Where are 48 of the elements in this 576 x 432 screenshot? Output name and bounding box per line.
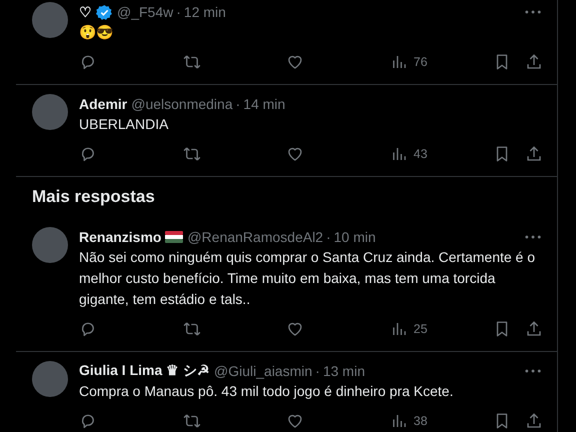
reply-icon[interactable] bbox=[79, 412, 97, 430]
section-heading: Mais respostas bbox=[32, 187, 155, 207]
repost-icon[interactable] bbox=[182, 145, 200, 163]
user-handle[interactable]: @RenanRamosdeAl2 bbox=[187, 229, 324, 245]
user-handle[interactable]: @_F54w bbox=[117, 4, 174, 20]
user-name[interactable]: ♡ bbox=[79, 4, 92, 20]
share-icon[interactable] bbox=[525, 412, 543, 430]
user-handle[interactable]: @Giuli_aiasmin bbox=[214, 363, 312, 379]
separator-dot: · bbox=[236, 96, 240, 112]
post-text: Não sei como ninguém quis comprar o Santa Cruz ainda. Certamente é o melhor custo benefício. Time muito em baixa, mas tem uma torcida gigante, tem estádio e tals.. bbox=[79, 248, 536, 309]
share-icon[interactable] bbox=[525, 53, 543, 71]
user-handle[interactable]: @uelsonmedina bbox=[131, 96, 233, 112]
like-icon[interactable] bbox=[286, 412, 304, 430]
more-options-icon[interactable] bbox=[525, 10, 541, 14]
reply-icon[interactable] bbox=[79, 145, 97, 163]
view-count: 25 bbox=[414, 322, 428, 336]
repost-icon[interactable] bbox=[182, 320, 200, 338]
separator-dot: · bbox=[326, 229, 331, 245]
post-time[interactable]: 10 min bbox=[334, 229, 376, 245]
more-options-icon[interactable] bbox=[525, 235, 541, 239]
post-time[interactable]: 13 min bbox=[322, 363, 365, 379]
share-icon[interactable] bbox=[525, 320, 543, 338]
like-icon[interactable] bbox=[286, 145, 304, 163]
avatar[interactable] bbox=[32, 361, 68, 397]
post-text: UBERLANDIA bbox=[79, 115, 170, 134]
repost-icon[interactable] bbox=[182, 53, 200, 71]
more-options-icon[interactable] bbox=[525, 369, 541, 373]
avatar[interactable] bbox=[32, 2, 68, 38]
share-icon[interactable] bbox=[525, 145, 543, 163]
post-text: Compra o Manaus pô. 43 mil todo jogo é dinheiro pra Kcete. bbox=[79, 382, 454, 401]
repost-icon[interactable] bbox=[182, 412, 200, 430]
view-count: 43 bbox=[414, 147, 428, 161]
avatar[interactable] bbox=[32, 227, 68, 263]
user-name[interactable]: Ademir bbox=[79, 96, 128, 112]
view-count: 76 bbox=[414, 55, 428, 69]
like-icon[interactable] bbox=[286, 320, 304, 338]
user-name[interactable]: Renanzismo bbox=[79, 229, 162, 245]
view-count: 38 bbox=[414, 414, 428, 428]
reply-icon[interactable] bbox=[79, 53, 97, 71]
avatar[interactable] bbox=[32, 94, 68, 130]
post-time[interactable]: 14 min bbox=[243, 96, 286, 112]
post-time[interactable]: 12 min bbox=[184, 4, 226, 20]
post-text: 😲😎 bbox=[79, 23, 114, 42]
user-name[interactable]: Giulia I Lima ♛ シ☭ bbox=[79, 362, 210, 380]
separator-dot: · bbox=[315, 363, 320, 379]
like-icon[interactable] bbox=[286, 53, 304, 71]
reply-icon[interactable] bbox=[79, 320, 97, 338]
separator-dot: · bbox=[176, 4, 181, 20]
